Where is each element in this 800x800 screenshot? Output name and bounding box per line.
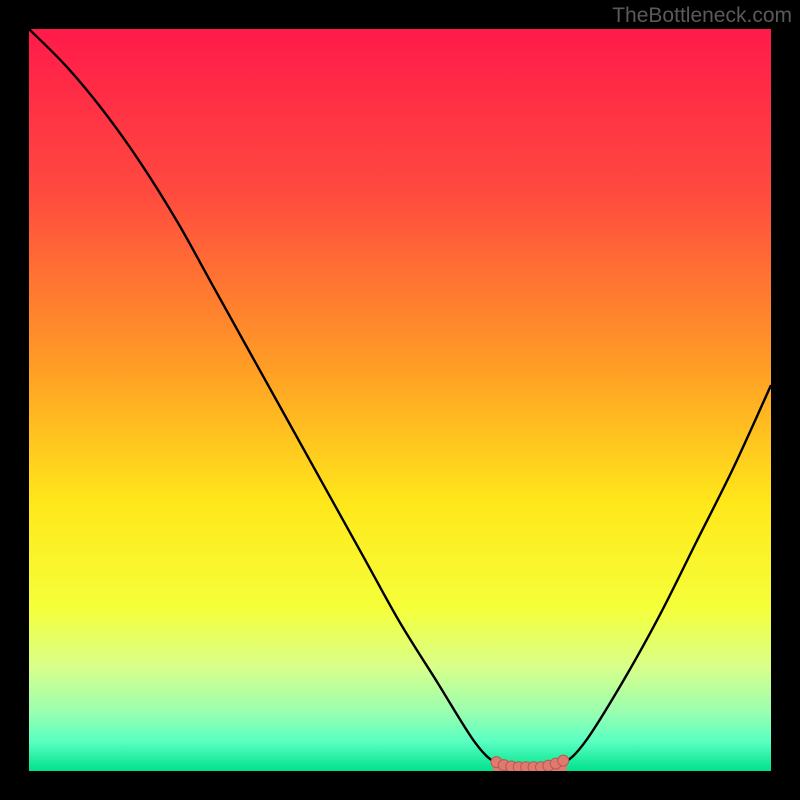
marker-group	[491, 755, 569, 771]
chart-plot-area	[29, 29, 771, 771]
chart-frame: TheBottleneck.com	[0, 0, 800, 800]
bottleneck-curve	[29, 29, 771, 771]
data-marker	[558, 755, 569, 766]
chart-svg	[29, 29, 771, 771]
watermark-text: TheBottleneck.com	[612, 4, 792, 28]
